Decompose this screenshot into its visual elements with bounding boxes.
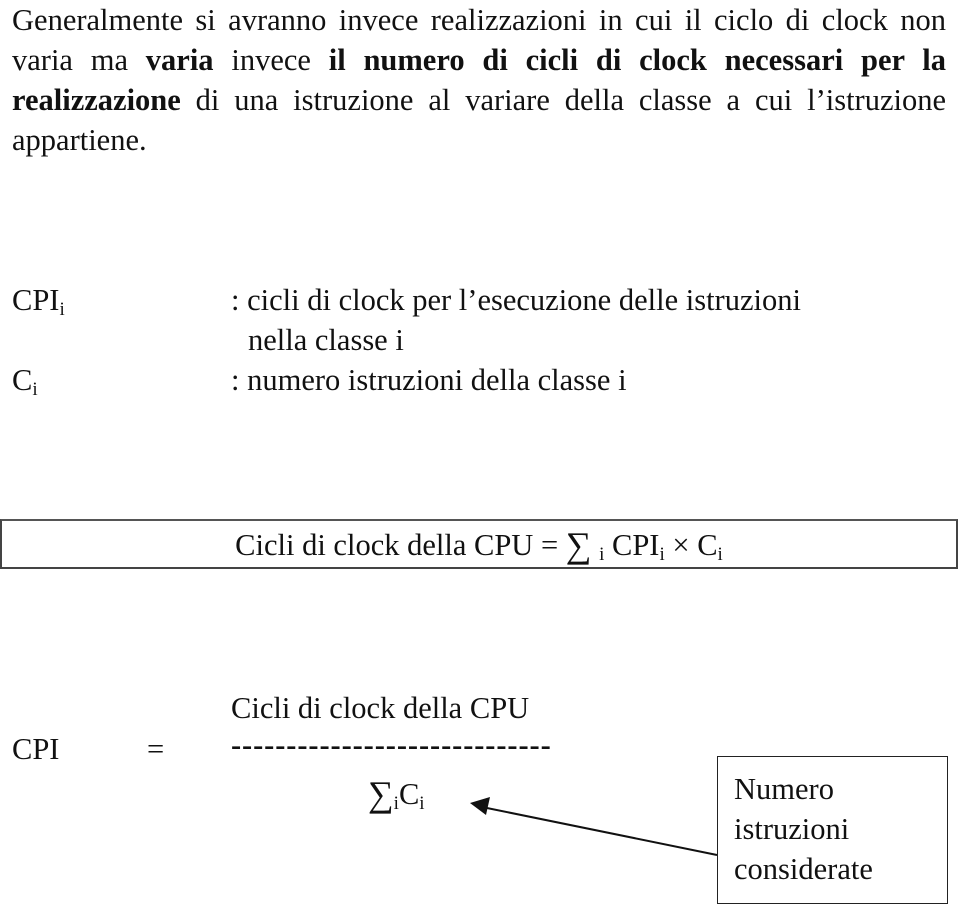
subscript: i [659,544,665,565]
intro-paragraph: Generalmente si avranno invece realizzaz… [12,0,946,160]
annotation-text: Numero istruzioni considerate [734,769,873,889]
cpi-numerator: Cicli di clock della CPU [231,691,530,725]
fraction-bar: ----------------------------- [231,728,552,762]
arrow-line [481,806,718,856]
symbol-text: C [12,363,33,397]
subscript: i [59,299,65,320]
subscript: i [717,544,723,565]
paragraph-text: invece [213,43,329,77]
formula-term-c: C [697,528,718,562]
times-icon: × [672,528,690,562]
annotation-line: istruzioni [734,812,850,846]
arrow-head [470,797,490,815]
symbol-text: CPI [12,283,60,317]
subscript: i [419,793,425,814]
definition-description-cpi: : cicli di clock per l’esecuzione delle … [231,283,801,317]
cpi-lhs: CPI [12,732,60,766]
formula-term-cpi: CPI [612,528,660,562]
definition-description-cpi-cont: nella classe i [248,323,404,357]
definition-description-c: : numero istruzioni della classe i [231,363,627,397]
annotation-box: Numero istruzioni considerate [717,756,948,904]
subscript: i [32,379,38,400]
cpi-equals: = [147,732,165,766]
definition-symbol-cpi: CPIi [12,282,65,320]
cpu-cycles-formula: Cicli di clock della CPU = ∑ i CPIi × Ci [2,525,956,565]
cpu-cycles-formula-box: Cicli di clock della CPU = ∑ i CPIi × Ci [0,519,958,569]
sum-index: i [599,544,605,565]
cpi-denominator: ∑iCi [368,774,425,814]
annotation-line: Numero [734,772,834,806]
paragraph-emphasis: varia [145,43,214,77]
sigma-icon: ∑ [368,774,394,814]
annotation-line: considerate [734,852,873,886]
sigma-icon: ∑ [565,525,592,565]
formula-lhs: Cicli di clock della CPU = [235,528,559,562]
denominator-term-c: C [398,777,420,811]
definition-symbol-c: Ci [12,362,38,400]
